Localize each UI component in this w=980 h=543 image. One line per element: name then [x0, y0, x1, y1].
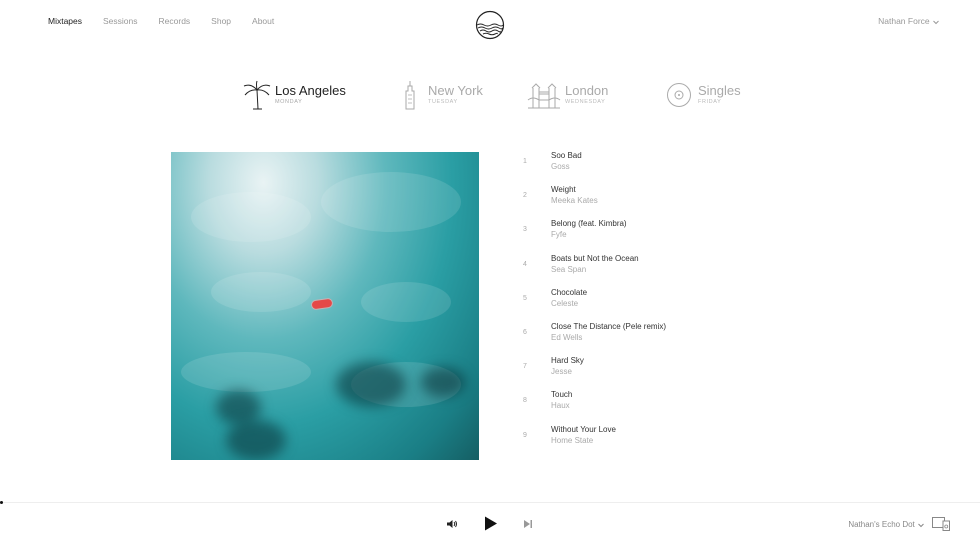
track-title: Touch: [551, 390, 573, 400]
device-selector[interactable]: Nathan's Echo Dot: [848, 520, 925, 529]
list-item[interactable]: 1 Soo Bad Goss: [520, 150, 820, 184]
track-title: Weight: [551, 185, 576, 195]
next-icon[interactable]: [523, 519, 533, 529]
list-item[interactable]: 9 Without Your Love Home State: [520, 424, 820, 458]
city-day: MONDAY: [275, 99, 303, 105]
device-name: Nathan's Echo Dot: [848, 520, 915, 529]
devices-icon[interactable]: [932, 517, 950, 531]
progress-handle[interactable]: [0, 501, 3, 504]
vinyl-disc-icon: [667, 83, 691, 107]
track-artist: Ed Wells: [551, 332, 583, 342]
nav-item-shop[interactable]: Shop: [211, 16, 231, 26]
player-bar: Nathan's Echo Dot: [0, 501, 980, 543]
track-artist: Celeste: [551, 298, 579, 308]
list-item[interactable]: 7 Hard Sky Jesse: [520, 355, 820, 389]
track-artist: Sea Span: [551, 264, 587, 274]
waves-circle-logo-icon[interactable]: [475, 10, 505, 40]
tab-singles[interactable]: Singles FRIDAY: [666, 80, 741, 110]
tab-los-angeles[interactable]: Los Angeles MONDAY: [243, 80, 346, 110]
track-title: Without Your Love: [551, 424, 616, 434]
track-number: 7: [523, 363, 527, 371]
track-title: Boats but Not the Ocean: [551, 253, 639, 263]
city-name: London: [565, 83, 609, 98]
track-title: Belong (feat. Kimbra): [551, 219, 627, 229]
user-name: Nathan Force: [878, 16, 930, 26]
list-item[interactable]: 5 Chocolate Celeste: [520, 287, 820, 321]
city-day: WEDNESDAY: [565, 99, 606, 105]
album-cover-image: [171, 152, 479, 460]
empire-state-icon: [405, 81, 415, 110]
track-number: 2: [523, 192, 527, 200]
chevron-down-icon: [918, 523, 924, 528]
city-tabs: Los Angeles MONDAY New York TUESDAY Lond…: [0, 80, 980, 114]
city-name: Los Angeles: [275, 83, 346, 98]
list-item[interactable]: 6 Close The Distance (Pele remix) Ed Wel…: [520, 321, 820, 355]
track-number: 1: [523, 158, 527, 165]
boat-figure: [311, 298, 333, 310]
user-menu[interactable]: Nathan Force: [878, 16, 940, 26]
city-name: Singles: [698, 83, 741, 98]
palm-tree-icon: [243, 80, 271, 110]
nav-item-mixtapes[interactable]: Mixtapes: [48, 16, 82, 26]
track-number: 6: [523, 328, 527, 336]
volume-icon[interactable]: [446, 519, 458, 529]
tower-bridge-icon: [527, 83, 561, 109]
track-list: 1 Soo Bad Goss 2 Weight Meeka Kates 3 Be…: [520, 150, 820, 458]
track-artist: Jesse: [551, 367, 572, 377]
list-item[interactable]: 4 Boats but Not the Ocean Sea Span: [520, 253, 820, 287]
list-item[interactable]: 2 Weight Meeka Kates: [520, 184, 820, 218]
track-artist: Goss: [551, 162, 570, 171]
track-title: Soo Bad: [551, 151, 582, 160]
track-number: 4: [523, 260, 527, 268]
nav-links: Mixtapes Sessions Records Shop About: [48, 16, 274, 26]
city-day: TUESDAY: [428, 99, 458, 105]
play-icon[interactable]: [484, 516, 498, 531]
track-number: 8: [523, 397, 527, 405]
track-number: 3: [523, 226, 527, 234]
track-number: 5: [523, 294, 527, 302]
tab-new-york[interactable]: New York TUESDAY: [396, 80, 483, 110]
track-title: Chocolate: [551, 287, 588, 297]
list-item[interactable]: 3 Belong (feat. Kimbra) Fyfe: [520, 218, 820, 252]
nav-item-records[interactable]: Records: [159, 16, 191, 26]
track-number: 9: [523, 431, 527, 439]
track-artist: Haux: [551, 401, 570, 411]
tab-london[interactable]: London WEDNESDAY: [527, 80, 608, 110]
chevron-down-icon: [933, 20, 939, 24]
city-day: FRIDAY: [698, 99, 722, 105]
nav-item-about[interactable]: About: [252, 16, 274, 26]
track-title: Hard Sky: [551, 356, 584, 366]
city-name: New York: [428, 83, 483, 98]
track-artist: Fyfe: [551, 230, 567, 240]
top-nav: Mixtapes Sessions Records Shop About Nat…: [0, 0, 980, 44]
track-artist: Meeka Kates: [551, 196, 598, 206]
track-artist: Home State: [551, 435, 594, 445]
list-item[interactable]: 8 Touch Haux: [520, 389, 820, 423]
nav-item-sessions[interactable]: Sessions: [103, 16, 138, 26]
track-title: Close The Distance (Pele remix): [551, 321, 667, 331]
